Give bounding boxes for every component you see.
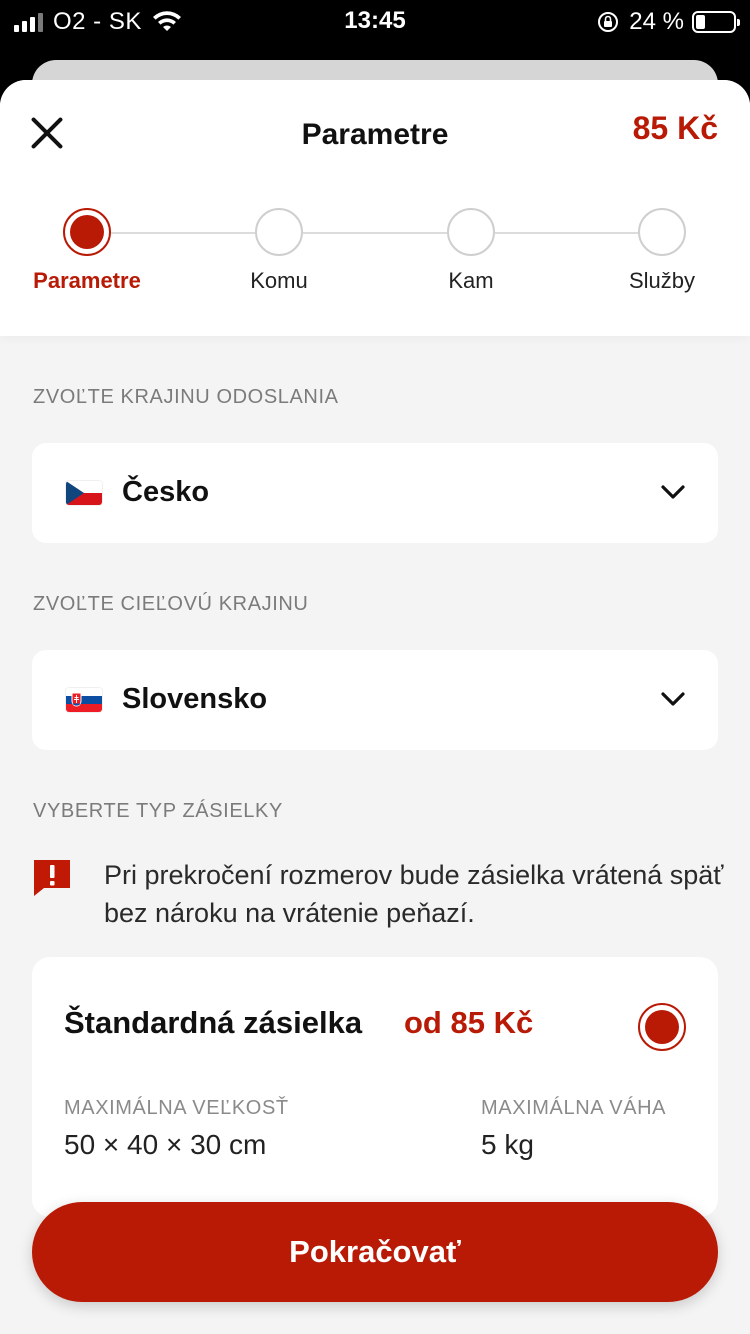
max-size-label: MAXIMÁLNA VEĽKOSŤ (64, 1097, 289, 1119)
continue-button[interactable]: Pokračovať (32, 1202, 718, 1302)
shipment-option-title: Štandardná zásielka (64, 1005, 363, 1040)
battery-percent: 24 % (629, 8, 684, 35)
parameters-sheet: Parametre 85 Kč Parametre Komu Kam Služb… (0, 80, 750, 1334)
status-right: 24 % (597, 8, 740, 36)
step-sluzby[interactable]: Služby (562, 208, 750, 294)
step-indicator (638, 208, 686, 256)
status-bar: O2 - SK 13:45 24 % (0, 0, 750, 44)
destination-section-label: ZVOĽTE CIEĽOVÚ KRAJINU (33, 593, 309, 615)
step-kam[interactable]: Kam (371, 208, 571, 294)
radio-selected[interactable] (638, 1003, 686, 1051)
header-price: 85 Kč (632, 110, 718, 146)
origin-section-label: ZVOĽTE KRAJINU ODOSLANIA (33, 386, 339, 408)
max-weight-label: MAXIMÁLNA VÁHA (481, 1097, 667, 1119)
step-label: Služby (628, 268, 696, 293)
step-parametre[interactable]: Parametre (0, 208, 187, 294)
origin-country-select[interactable]: Česko (32, 443, 718, 543)
battery-icon (692, 11, 740, 33)
chevron-down-icon (661, 485, 685, 499)
slovak-flag-icon (66, 688, 102, 712)
shipment-type-section-label: VYBERTE TYP ZÁSIELKY (33, 800, 283, 822)
step-label: Parametre (33, 268, 141, 293)
step-komu[interactable]: Komu (179, 208, 379, 294)
alert-icon (34, 860, 70, 896)
step-indicator (255, 208, 303, 256)
progress-stepper: Parametre Komu Kam Služby (0, 208, 750, 308)
destination-country-select[interactable]: Slovensko (32, 650, 718, 750)
step-label: Kam (448, 268, 494, 293)
sheet-header: Parametre 85 Kč Parametre Komu Kam Služb… (0, 80, 750, 336)
warning-text: Pri prekročení rozmerov bude zásielka vr… (104, 860, 724, 928)
max-size-value: 50 × 40 × 30 cm (64, 1129, 267, 1160)
max-weight-value: 5 kg (481, 1129, 534, 1160)
battery-fill (696, 15, 705, 29)
step-label: Komu (250, 268, 308, 293)
step-indicator (63, 208, 111, 256)
rotation-lock-icon (598, 12, 619, 32)
step-indicator (447, 208, 495, 256)
destination-country-value: Slovensko (122, 683, 268, 715)
origin-country-value: Česko (122, 476, 210, 508)
shipment-option-price: od 85 Kč (404, 1005, 534, 1040)
chevron-down-icon (661, 692, 685, 706)
shipment-option-standard[interactable]: Štandardná zásielka od 85 Kč MAXIMÁLNA V… (32, 957, 718, 1217)
czech-flag-icon (66, 481, 102, 505)
